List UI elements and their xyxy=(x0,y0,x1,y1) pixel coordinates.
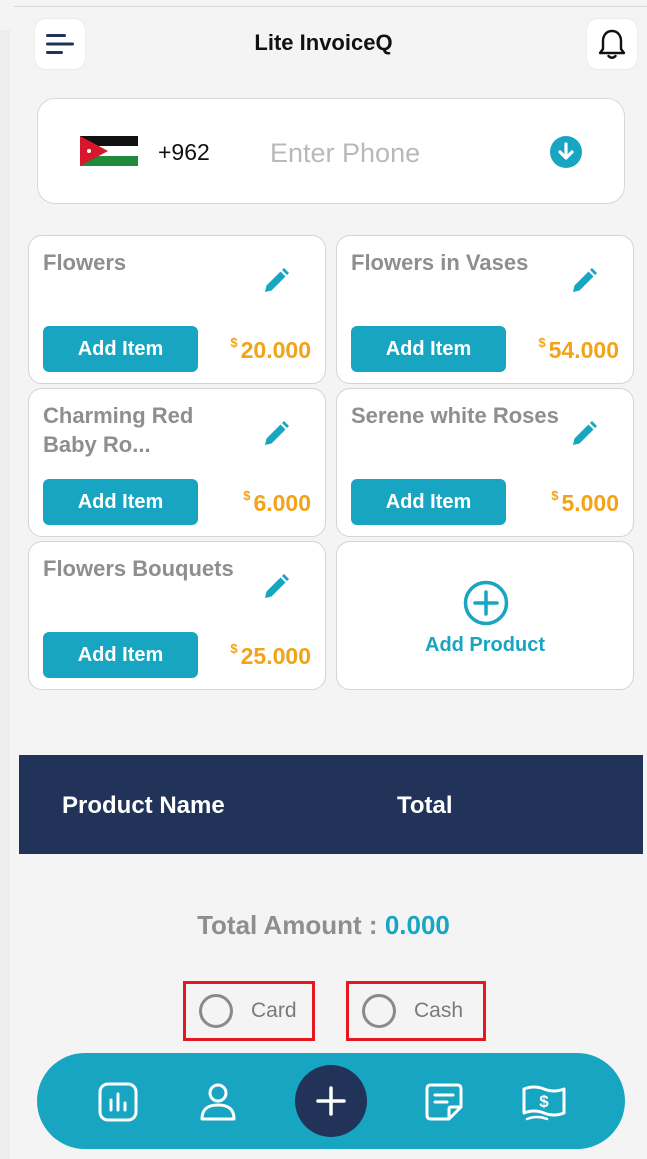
add-button[interactable] xyxy=(295,1065,367,1137)
product-card: Flowers in Vases Add Item $54.000 xyxy=(336,235,634,384)
column-total: Total xyxy=(397,792,453,819)
notifications-button[interactable] xyxy=(586,18,638,70)
product-card: Flowers Bouquets Add Item $25.000 xyxy=(28,541,326,690)
phone-card: +962 xyxy=(37,98,625,204)
product-name: Flowers xyxy=(43,250,127,275)
phone-input[interactable] xyxy=(270,133,530,173)
money-icon[interactable]: $ xyxy=(521,1081,567,1123)
user-icon[interactable] xyxy=(197,1081,239,1123)
pencil-icon[interactable] xyxy=(261,572,291,602)
add-item-button[interactable]: Add Item xyxy=(43,479,198,525)
plus-circle-icon xyxy=(463,580,509,626)
product-price: $6.000 xyxy=(243,488,311,516)
add-item-button[interactable]: Add Item xyxy=(43,326,198,372)
add-item-button[interactable]: Add Item xyxy=(351,326,506,372)
product-name: Flowers in Vases xyxy=(351,250,529,275)
pencil-icon[interactable] xyxy=(261,266,291,296)
arrow-down-circle-icon[interactable] xyxy=(550,136,582,168)
add-product-label: Add Product xyxy=(425,634,545,656)
product-name: Charming Red Baby Ro... xyxy=(43,403,194,457)
add-item-button[interactable]: Add Item xyxy=(351,479,506,525)
chart-icon[interactable] xyxy=(97,1081,139,1123)
radio-circle-icon[interactable] xyxy=(362,994,396,1028)
product-price: $20.000 xyxy=(230,335,311,363)
add-product-card[interactable]: Add Product xyxy=(336,541,634,690)
svg-text:$: $ xyxy=(539,1092,549,1111)
product-price: $5.000 xyxy=(551,488,619,516)
total-amount-value: 0.000 xyxy=(384,910,450,940)
left-edge xyxy=(0,30,10,1159)
product-name: Serene white Roses xyxy=(351,403,559,428)
pencil-icon[interactable] xyxy=(261,419,291,449)
product-price: $25.000 xyxy=(230,641,311,669)
app-header: Lite InvoiceQ xyxy=(0,14,647,72)
payment-option-label: Card xyxy=(251,999,297,1022)
jordan-flag-icon xyxy=(80,136,138,166)
payment-option-cash[interactable]: Cash xyxy=(346,981,486,1041)
top-divider xyxy=(14,6,647,7)
invoice-icon[interactable] xyxy=(423,1081,465,1123)
add-item-button[interactable]: Add Item xyxy=(43,632,198,678)
country-code[interactable]: +962 xyxy=(158,139,210,166)
total-amount: Total Amount : 0.000 xyxy=(0,910,647,941)
product-card: Flowers Add Item $20.000 xyxy=(28,235,326,384)
total-amount-label: Total Amount : xyxy=(197,910,378,940)
product-name: Flowers Bouquets xyxy=(43,556,234,581)
product-card: Charming Red Baby Ro... Add Item $6.000 xyxy=(28,388,326,537)
product-price: $54.000 xyxy=(538,335,619,363)
pencil-icon[interactable] xyxy=(569,266,599,296)
plus-icon xyxy=(316,1086,346,1116)
payment-option-label: Cash xyxy=(414,999,464,1022)
bell-icon xyxy=(598,29,626,59)
table-header: Product Name Total xyxy=(19,755,643,854)
product-card: Serene white Roses Add Item $5.000 xyxy=(336,388,634,537)
radio-circle-icon[interactable] xyxy=(199,994,233,1028)
page-title: Lite InvoiceQ xyxy=(254,30,393,55)
bottom-navigation: $ xyxy=(37,1053,625,1149)
pencil-icon[interactable] xyxy=(569,419,599,449)
payment-option-card[interactable]: Card xyxy=(183,981,315,1041)
column-product-name: Product Name xyxy=(62,792,225,819)
